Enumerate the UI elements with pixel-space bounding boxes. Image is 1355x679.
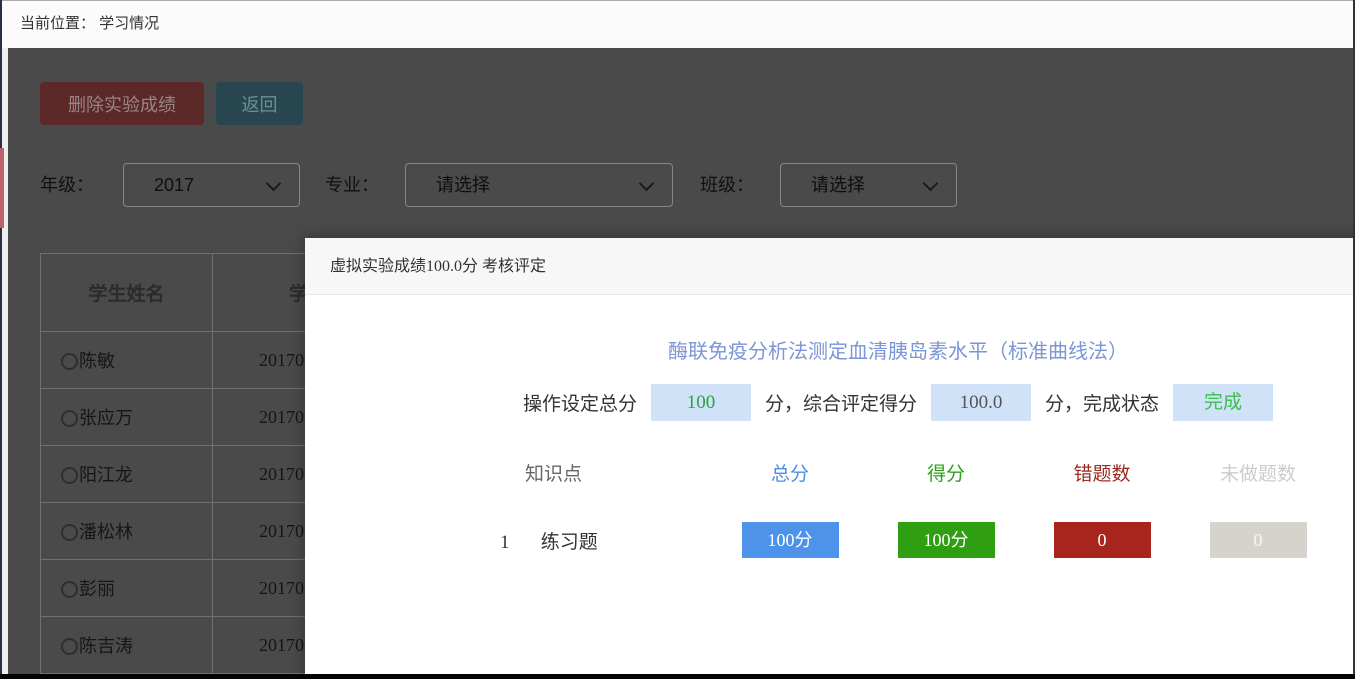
radio-icon[interactable] [61, 467, 78, 484]
earned-score-badge: 100分 [898, 522, 995, 558]
radio-icon[interactable] [61, 353, 78, 370]
chevron-down-icon [923, 176, 939, 192]
student-name: 潘松林 [79, 522, 133, 542]
score-summary-line: 操作设定总分 100 分，综合评定得分 100.0 分，完成状态 完成 [305, 384, 1355, 421]
breadcrumb-bar: 当前位置： 学习情况 [0, 0, 1355, 48]
radio-icon[interactable] [61, 410, 78, 427]
grade-dropdown-value: 2017 [154, 164, 194, 206]
major-dropdown-value: 请选择 [436, 164, 490, 206]
left-scroll-gutter[interactable] [2, 48, 8, 679]
total-column-header: 总分 [712, 459, 868, 486]
final-score-value: 100.0 [931, 384, 1031, 421]
knowledge-column-header: 知识点 [395, 459, 712, 486]
score-column-header: 得分 [868, 459, 1024, 486]
major-filter-label: 专业： [325, 163, 379, 207]
score-modal: 虚拟实验成绩100.0分 考核评定 酶联免疫分析法测定血清胰岛素水平（标准曲线法… [305, 238, 1355, 679]
status-label: 分，完成状态 [1045, 389, 1159, 416]
status-badge: 完成 [1173, 384, 1273, 421]
chevron-down-icon [639, 176, 655, 192]
undone-count-badge: 0 [1210, 522, 1307, 558]
knowledge-table-row: 1 练习题 100分 100分 0 0 [305, 522, 1355, 558]
modal-title: 虚拟实验成绩100.0分 考核评定 [305, 238, 1355, 295]
knowledge-point-name: 练习题 [541, 532, 598, 553]
major-dropdown[interactable]: 请选择 [405, 163, 673, 207]
undone-column-header: 未做题数 [1180, 459, 1336, 486]
wrong-column-header: 错题数 [1024, 459, 1180, 486]
grade-dropdown[interactable]: 2017 [123, 163, 300, 207]
student-name: 陈吉涛 [79, 636, 133, 656]
radio-icon[interactable] [61, 524, 78, 541]
window-bottom-border [0, 674, 1355, 679]
row-index: 1 [500, 532, 510, 553]
experiment-title: 酶联免疫分析法测定血清胰岛素水平（标准曲线法） [305, 335, 1355, 364]
window-left-border [0, 0, 2, 679]
student-name: 张应万 [79, 408, 133, 428]
total-score-value: 100 [651, 384, 751, 421]
student-name: 阳江龙 [79, 465, 133, 485]
breadcrumb: 当前位置： 学习情况 [20, 1, 159, 47]
final-score-label: 分，综合评定得分 [765, 389, 917, 416]
class-dropdown[interactable]: 请选择 [780, 163, 957, 207]
total-score-badge: 100分 [742, 522, 839, 558]
scrollbar-marker[interactable] [0, 148, 4, 228]
class-dropdown-value: 请选择 [811, 164, 865, 206]
radio-icon[interactable] [61, 638, 78, 655]
student-name: 陈敏 [79, 351, 115, 371]
wrong-count-badge: 0 [1054, 522, 1151, 558]
total-score-label: 操作设定总分 [523, 389, 637, 416]
back-button[interactable]: 返回 [216, 82, 303, 125]
delete-scores-button[interactable]: 删除实验成绩 [40, 82, 204, 125]
column-header-student-name: 学生姓名 [41, 254, 213, 332]
chevron-down-icon [266, 176, 282, 192]
student-name: 彭丽 [79, 579, 115, 599]
radio-icon[interactable] [61, 581, 78, 598]
knowledge-table-header: 知识点 总分 得分 错题数 未做题数 [305, 459, 1355, 486]
app-window: 当前位置： 学习情况 删除实验成绩 返回 年级： 2017 专业： 请选择 班级… [0, 0, 1355, 679]
grade-filter-label: 年级： [40, 163, 94, 207]
class-filter-label: 班级： [700, 163, 754, 207]
